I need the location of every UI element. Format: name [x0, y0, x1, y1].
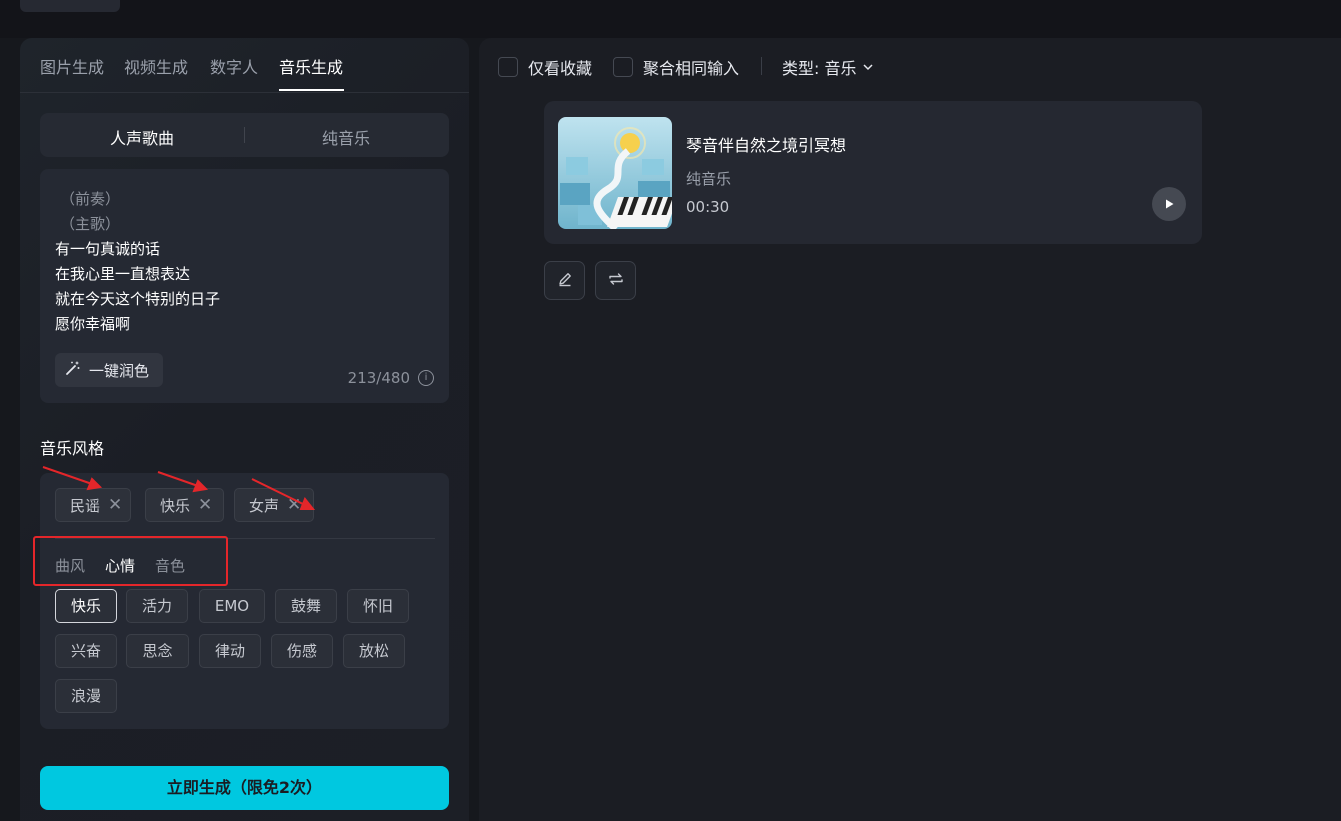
top-bar	[0, 0, 1341, 38]
style-option[interactable]: 思念	[126, 634, 189, 668]
chip-label: 快乐	[160, 496, 191, 515]
filter-merge[interactable]: 聚合相同输入	[613, 55, 739, 79]
style-option[interactable]: 伤感	[271, 634, 333, 668]
top-button-stub[interactable]	[20, 0, 120, 12]
mode-vocal-song[interactable]: 人声歌曲	[110, 125, 174, 149]
chevron-down-icon	[862, 58, 874, 77]
polish-label: 一键润色	[89, 361, 150, 380]
type-label: 类型: 音乐	[782, 59, 857, 78]
music-style-title: 音乐风格	[40, 439, 105, 458]
track-duration: 00:30	[686, 198, 730, 216]
filter-divider	[761, 57, 762, 75]
regenerate-button[interactable]	[595, 261, 636, 300]
results-panel: 仅看收藏 聚合相同输入 类型: 音乐 琴音伴自然之境引冥想 纯音乐 00:30	[479, 38, 1341, 821]
track-type: 纯音乐	[686, 170, 732, 188]
style-option[interactable]: 律动	[199, 634, 261, 668]
filter-favorites[interactable]: 仅看收藏	[498, 55, 592, 79]
style-option[interactable]: 活力	[126, 589, 188, 623]
active-tab-indicator	[279, 89, 344, 91]
counter-value: 213/480	[347, 369, 410, 387]
music-style-box: 民谣 ✕ 快乐 ✕ 女声 ✕ 曲风 心情 音色 快乐 活力 EMO 鼓舞 怀旧 …	[40, 473, 449, 729]
lyric-line: 在我心里一直想表达	[55, 265, 191, 283]
close-icon[interactable]: ✕	[108, 495, 122, 515]
generate-button[interactable]: 立即生成（限免2次）	[40, 766, 449, 810]
merge-label: 聚合相同输入	[643, 59, 740, 78]
favorites-label: 仅看收藏	[528, 59, 593, 78]
lyric-line: 有一句真诚的话	[55, 240, 161, 258]
selected-style-chip[interactable]: 女声 ✕	[234, 488, 314, 522]
style-option[interactable]: EMO	[199, 589, 265, 623]
album-cover	[558, 117, 672, 229]
play-icon[interactable]	[1152, 187, 1186, 221]
style-option[interactable]: 快乐	[55, 589, 117, 623]
tab-video-generation[interactable]: 视频生成	[124, 54, 188, 78]
character-counter: 213/480 i	[348, 369, 434, 387]
annotation-highlight-box	[33, 536, 228, 586]
style-option[interactable]: 怀旧	[347, 589, 409, 623]
lyrics-editor[interactable]: （前奏） （主歌） 有一句真诚的话 在我心里一直想表达 就在今天这个特别的日子 …	[40, 169, 449, 403]
track-title: 琴音伴自然之境引冥想	[686, 136, 847, 155]
type-dropdown[interactable]: 类型: 音乐	[782, 55, 874, 79]
repeat-icon	[607, 270, 625, 292]
selected-style-chip[interactable]: 快乐 ✕	[145, 488, 224, 522]
feature-tabs: 图片生成 视频生成 数字人 音乐生成	[20, 38, 469, 93]
tab-digital-human[interactable]: 数字人	[210, 54, 258, 78]
tab-image-generation[interactable]: 图片生成	[40, 54, 104, 78]
edit-button[interactable]	[544, 261, 585, 300]
tab-music-generation[interactable]: 音乐生成	[279, 54, 343, 78]
close-icon[interactable]: ✕	[198, 495, 212, 515]
magic-wand-icon	[65, 360, 81, 380]
lyric-line: （前奏）	[60, 190, 121, 208]
favorites-checkbox[interactable]	[498, 57, 518, 77]
style-option[interactable]: 浪漫	[55, 679, 117, 713]
close-icon[interactable]: ✕	[287, 495, 301, 515]
lyric-line: （主歌）	[60, 215, 121, 233]
selected-style-chip[interactable]: 民谣 ✕	[55, 488, 131, 522]
mode-divider	[244, 127, 245, 143]
style-option[interactable]: 兴奋	[55, 634, 117, 668]
lyric-line: 就在今天这个特别的日子	[55, 290, 221, 308]
generator-panel: 图片生成 视频生成 数字人 音乐生成 人声歌曲 纯音乐 （前奏） （主歌） 有一…	[20, 38, 469, 821]
polish-button[interactable]: 一键润色	[55, 353, 163, 387]
info-icon[interactable]: i	[418, 370, 434, 386]
style-option[interactable]: 放松	[343, 634, 405, 668]
mode-instrumental[interactable]: 纯音乐	[322, 125, 370, 149]
lyric-line: 愿你幸福啊	[55, 315, 131, 333]
pencil-icon	[556, 270, 574, 292]
song-mode-switch: 人声歌曲 纯音乐	[40, 113, 449, 157]
music-result-card[interactable]: 琴音伴自然之境引冥想 纯音乐 00:30	[544, 101, 1202, 244]
chip-label: 女声	[249, 496, 280, 515]
chip-label: 民谣	[70, 496, 101, 515]
merge-checkbox[interactable]	[613, 57, 633, 77]
style-option[interactable]: 鼓舞	[275, 589, 337, 623]
